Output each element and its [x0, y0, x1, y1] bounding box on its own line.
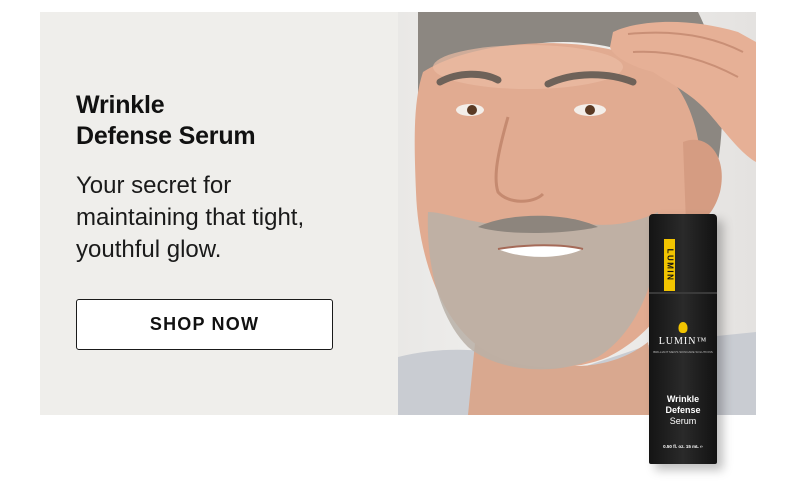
bottle-volume: 0.50 fl. oz. 15 mL ℮: [663, 444, 703, 449]
promo-subtitle-line: maintaining that tight,: [76, 204, 305, 231]
shop-now-button[interactable]: SHOP NOW: [76, 299, 333, 350]
bottle-tagline: BRILLIANT MEN'S SKINCARE SOLUTIONS: [653, 350, 713, 354]
promo-subtitle-line: Your secret for: [76, 172, 232, 199]
bottle-name-line: Defense: [665, 405, 701, 415]
promo-title-line: Defense Serum: [76, 122, 256, 150]
bottle-cap-divider: [649, 292, 717, 294]
promo-text-panel: Wrinkle Defense Serum Your secret for ma…: [76, 90, 376, 266]
bottle-name-line: Serum: [669, 416, 697, 426]
bottle-brand-stripe: LUMIN: [664, 239, 675, 291]
promo-title-line: Wrinkle: [76, 91, 165, 119]
bottle-side-label: LUMIN: [665, 248, 674, 282]
bottle-name-line: Wrinkle: [666, 394, 700, 404]
bottle-brand: LUMIN™: [658, 336, 708, 347]
promo-title: Wrinkle Defense Serum: [76, 90, 376, 152]
promo-subtitle: Your secret for maintaining that tight, …: [76, 170, 376, 266]
product-bottle: LUMIN LUMIN™ BRILLIANT MEN'S SKINCARE SO…: [649, 214, 717, 464]
bottle-product-name: Wrinkle Defense Serum: [649, 394, 717, 427]
lightbulb-icon: [678, 322, 688, 333]
promo-subtitle-line: youthful glow.: [76, 236, 222, 263]
